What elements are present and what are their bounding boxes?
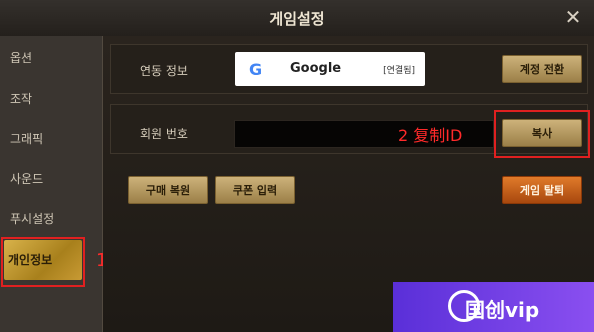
restore-purchase-button[interactable]: 구매 복원 [128, 176, 208, 204]
withdraw-button[interactable]: 게임 탈퇴 [502, 176, 582, 204]
close-icon[interactable]: ✕ [562, 6, 584, 28]
annotation-label-2: 2 复制ID [398, 126, 463, 145]
switch-account-button[interactable]: 계정 전환 [502, 55, 582, 83]
annotation-box-2 [494, 110, 590, 158]
coupon-input-button[interactable]: 쿠폰 입력 [215, 176, 295, 204]
member-number-label: 회원 번호 [140, 127, 188, 141]
google-icon: G [249, 60, 263, 79]
annotation-box-1 [1, 237, 85, 287]
watermark-text: 国创vip [465, 298, 540, 322]
sidebar-item-options[interactable]: 옵션 [0, 38, 102, 78]
watermark: 国创vip [393, 282, 594, 332]
sidebar-item-controls[interactable]: 조작 [0, 79, 102, 119]
title-bar: 게임설정 ✕ [0, 0, 594, 37]
window-title: 게임설정 [269, 10, 325, 28]
sidebar-item-push[interactable]: 푸시설정 [0, 199, 102, 239]
account-link-label: 연동 정보 [140, 64, 188, 78]
google-link-button[interactable]: G Google [연결됨] [235, 52, 425, 86]
sidebar-item-sound[interactable]: 사운드 [0, 159, 102, 199]
sidebar: 옵션 조작 그래픽 사운드 푸시설정 개인정보 [0, 36, 103, 332]
google-provider-name: Google [290, 61, 342, 76]
sidebar-item-graphics[interactable]: 그래픽 [0, 119, 102, 159]
linked-status-badge: [연결됨] [383, 66, 415, 76]
